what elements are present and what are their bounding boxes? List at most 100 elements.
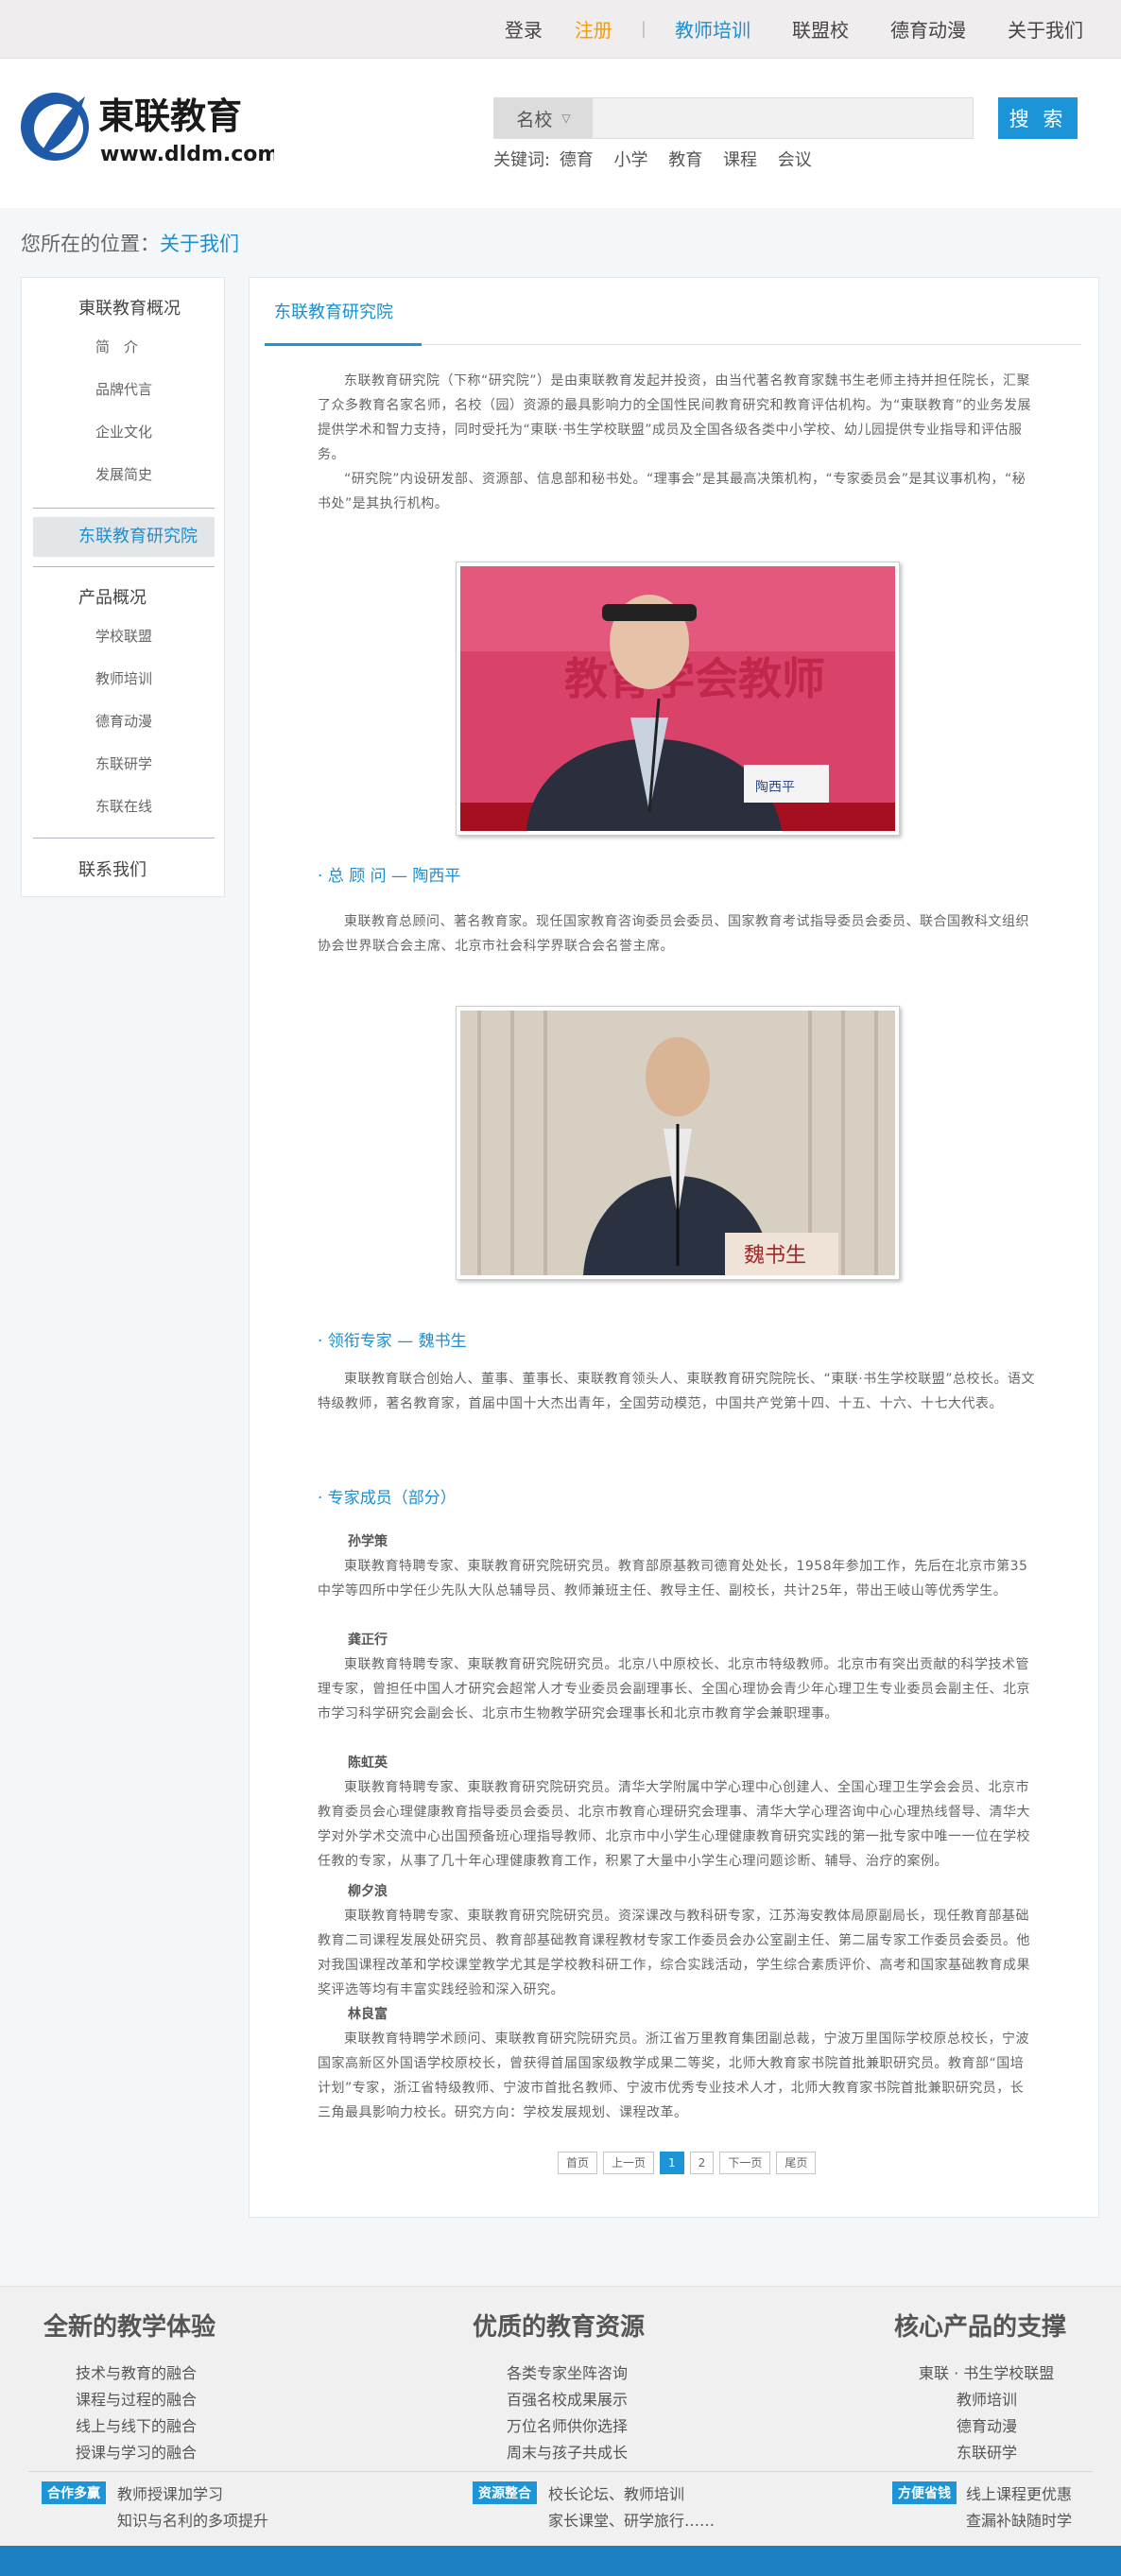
photo-banner-text: 教育学会教师 bbox=[564, 653, 825, 704]
footer-badge: 合作多赢 bbox=[42, 2481, 106, 2504]
search-category-value: 名校 bbox=[516, 109, 553, 130]
breadcrumb-prefix: 您所在的位置： bbox=[21, 233, 160, 255]
sidebar-item-institute[interactable]: 东联教育研究院 bbox=[33, 517, 215, 557]
sidebar-item-contact[interactable]: 联系我们 bbox=[78, 856, 147, 881]
site-logo[interactable]: 東联教育 www.dldm.com bbox=[19, 87, 279, 172]
footer-item[interactable]: 课程与过程的融合 bbox=[76, 2387, 197, 2410]
member-name: 林良富 bbox=[348, 2007, 388, 2022]
top-bar: 登录 注册 | 教师培训 联盟校 德育动漫 关于我们 bbox=[0, 0, 1121, 59]
breadcrumb: 您所在的位置：关于我们 bbox=[21, 229, 239, 257]
keyword-link[interactable]: 德育 bbox=[560, 150, 594, 170]
page-first-button[interactable]: 首页 bbox=[558, 2152, 598, 2174]
sidebar-divider bbox=[33, 508, 215, 509]
page-next-button[interactable]: 下一页 bbox=[719, 2152, 771, 2174]
intro-paragraph: 东联教育研究院（下称“研究院”）是由東联教育发起并投资，由当代著名教育家魏书生老… bbox=[318, 373, 1032, 462]
member-name: 龚正行 bbox=[348, 1633, 388, 1648]
photo-nameplate-text: 陶西平 bbox=[755, 780, 795, 795]
lead-expert-paragraph: 東联教育联合创始人、董事、董事长、東联教育领头人、東联教育研究院院长、“東联·书… bbox=[318, 1372, 1035, 1411]
footer-col-title: 核心产品的支撑 bbox=[894, 2313, 1067, 2342]
member-name: 柳夕浪 bbox=[348, 1884, 388, 1899]
breadcrumb-current[interactable]: 关于我们 bbox=[160, 233, 239, 255]
footer-item[interactable]: 授课与学习的融合 bbox=[76, 2440, 197, 2463]
nav-alliance-schools[interactable]: 联盟校 bbox=[792, 15, 849, 43]
sidebar-item-brand[interactable]: 品牌代言 bbox=[95, 379, 152, 399]
sidebar-item-school-alliance[interactable]: 学校联盟 bbox=[95, 626, 152, 646]
keyword-link[interactable]: 教育 bbox=[668, 150, 702, 170]
member-paragraph: 東联教育特聘专家、東联教育研究院研究员。北京八中原校长、北京市特级教师。北京市有… bbox=[318, 1657, 1030, 1721]
member-paragraph: 東联教育特聘专家、東联教育研究院研究员。清华大学附属中学心理中心创建人、全国心理… bbox=[318, 1780, 1030, 1869]
keyword-link[interactable]: 课程 bbox=[723, 150, 757, 170]
sidebar-item-moral-animation[interactable]: 德育动漫 bbox=[95, 711, 152, 731]
sidebar-item-intro[interactable]: 简 介 bbox=[95, 337, 138, 356]
bottom-bar bbox=[0, 2546, 1121, 2576]
page-number-button[interactable]: 1 bbox=[660, 2152, 684, 2174]
page-last-button[interactable]: 尾页 bbox=[776, 2152, 817, 2174]
footer-badge-line: 线上课程更优惠 bbox=[966, 2485, 1073, 2503]
advisor-paragraph: 東联教育总顾问、著名教育家。现任国家教育咨询委员会委员、国家教育考试指导委员会委… bbox=[318, 914, 1029, 954]
sidebar-group-products[interactable]: 产品概况 bbox=[78, 584, 147, 609]
lead-expert-photo-image: 魏书生 bbox=[460, 1011, 895, 1275]
footer-col-title: 全新的教学体验 bbox=[43, 2313, 216, 2342]
search-category-select[interactable]: 名校 ▽ bbox=[494, 98, 593, 138]
tab-institute[interactable]: 东联教育研究院 bbox=[274, 299, 393, 323]
keyword-link[interactable]: 会议 bbox=[778, 150, 812, 170]
search-input[interactable] bbox=[593, 98, 971, 138]
footer-item[interactable]: 德育动漫 bbox=[957, 2413, 1017, 2436]
intro-paragraph: “研究院”内设研发部、资源部、信息部和秘书处。“理事会”是其最高决策机构，“专家… bbox=[318, 472, 1026, 511]
footer-badge-line: 家长课堂、研学旅行…… bbox=[548, 2512, 716, 2530]
nav-teacher-training[interactable]: 教师培训 bbox=[675, 15, 750, 43]
chevron-down-icon: ▽ bbox=[561, 112, 571, 125]
footer-badge-line: 知识与名利的多项提升 bbox=[117, 2512, 269, 2530]
page-prev-button[interactable]: 上一页 bbox=[603, 2152, 655, 2174]
page-number-button[interactable]: 2 bbox=[689, 2152, 715, 2174]
header: 東联教育 www.dldm.com 名校 ▽ 搜 索 关键词: 德育 小学 教育… bbox=[0, 59, 1121, 208]
footer-item[interactable]: 万位名师供你选择 bbox=[507, 2413, 628, 2436]
photo-nameplate-text: 魏书生 bbox=[744, 1244, 806, 1268]
sidebar-item-study-tour[interactable]: 东联研学 bbox=[95, 753, 152, 773]
member-name: 陈虹英 bbox=[348, 1755, 388, 1771]
advisor-title: · 总 顾 问 — 陶西平 bbox=[318, 867, 461, 886]
member-name: 孙学策 bbox=[348, 1534, 388, 1549]
footer-badge: 资源整合 bbox=[473, 2481, 537, 2504]
footer-item[interactable]: 百强名校成果展示 bbox=[507, 2387, 628, 2410]
nav-about-us[interactable]: 关于我们 bbox=[1008, 15, 1083, 43]
footer-item[interactable]: 東联 · 书生学校联盟 bbox=[919, 2360, 1054, 2383]
sidebar-item-teacher-training[interactable]: 教师培训 bbox=[95, 668, 152, 688]
footer-item[interactable]: 技术与教育的融合 bbox=[76, 2360, 197, 2383]
footer-item[interactable]: 东联研学 bbox=[957, 2440, 1017, 2463]
tab-active-indicator bbox=[265, 343, 422, 346]
footer-badge-line: 教师授课加学习 bbox=[117, 2485, 224, 2503]
login-link[interactable]: 登录 bbox=[505, 15, 543, 43]
sidebar-group-overview[interactable]: 東联教育概况 bbox=[78, 295, 181, 320]
sidebar-item-culture[interactable]: 企业文化 bbox=[95, 422, 152, 441]
footer-item[interactable]: 教师培训 bbox=[957, 2387, 1017, 2410]
logo-mark-icon: 東联教育 www.dldm.com bbox=[21, 93, 279, 166]
keyword-link[interactable]: 小学 bbox=[614, 150, 648, 170]
sidebar-item-online[interactable]: 东联在线 bbox=[95, 796, 152, 816]
footer: 全新的教学体验 技术与教育的融合 课程与过程的融合 线上与线下的融合 授课与学习… bbox=[0, 2286, 1121, 2546]
register-link[interactable]: 注册 bbox=[575, 15, 612, 43]
member-paragraph: 東联教育特聘学术顾问、東联教育研究院研究员。浙江省万里教育集团副总裁，宁波万里国… bbox=[318, 2031, 1029, 2120]
advisor-photo-image: 教育学会教师 陶西平 bbox=[460, 566, 895, 831]
sidebar-divider bbox=[33, 566, 215, 567]
logo-text-name: 東联教育 bbox=[98, 95, 242, 137]
keywords-label: 关键词: bbox=[493, 150, 551, 170]
search-button[interactable]: 搜 索 bbox=[998, 97, 1078, 139]
footer-divider bbox=[28, 2471, 1093, 2472]
nav-moral-animation[interactable]: 德育动漫 bbox=[890, 15, 966, 43]
footer-badge-line: 校长论坛、教师培训 bbox=[548, 2485, 685, 2503]
member-paragraph: 東联教育特聘专家、東联教育研究院研究员。教育部原基教司德育处处长，1958年参加… bbox=[318, 1559, 1028, 1599]
lead-expert-photo: 魏书生 bbox=[456, 1006, 900, 1280]
footer-badge: 方便省钱 bbox=[892, 2481, 957, 2504]
footer-badge-line: 查漏补缺随时学 bbox=[966, 2512, 1073, 2530]
footer-item[interactable]: 各类专家坐阵咨询 bbox=[507, 2360, 628, 2383]
footer-item[interactable]: 周末与孩子共成长 bbox=[507, 2440, 628, 2463]
lead-expert-title: · 领衔专家 — 魏书生 bbox=[318, 1332, 467, 1351]
sidebar: 東联教育概况 简 介 品牌代言 企业文化 发展简史 东联教育研究院 产品概况 学… bbox=[21, 277, 225, 897]
sidebar-item-history[interactable]: 发展简史 bbox=[95, 464, 152, 484]
footer-item[interactable]: 线上与线下的融合 bbox=[76, 2413, 197, 2436]
top-nav: 登录 注册 | 教师培训 联盟校 德育动漫 关于我们 bbox=[505, 15, 1083, 43]
logo-text-url: www.dldm.com bbox=[100, 143, 274, 166]
advisor-photo: 教育学会教师 陶西平 bbox=[456, 562, 900, 836]
members-title: · 专家成员（部分） bbox=[318, 1489, 457, 1508]
